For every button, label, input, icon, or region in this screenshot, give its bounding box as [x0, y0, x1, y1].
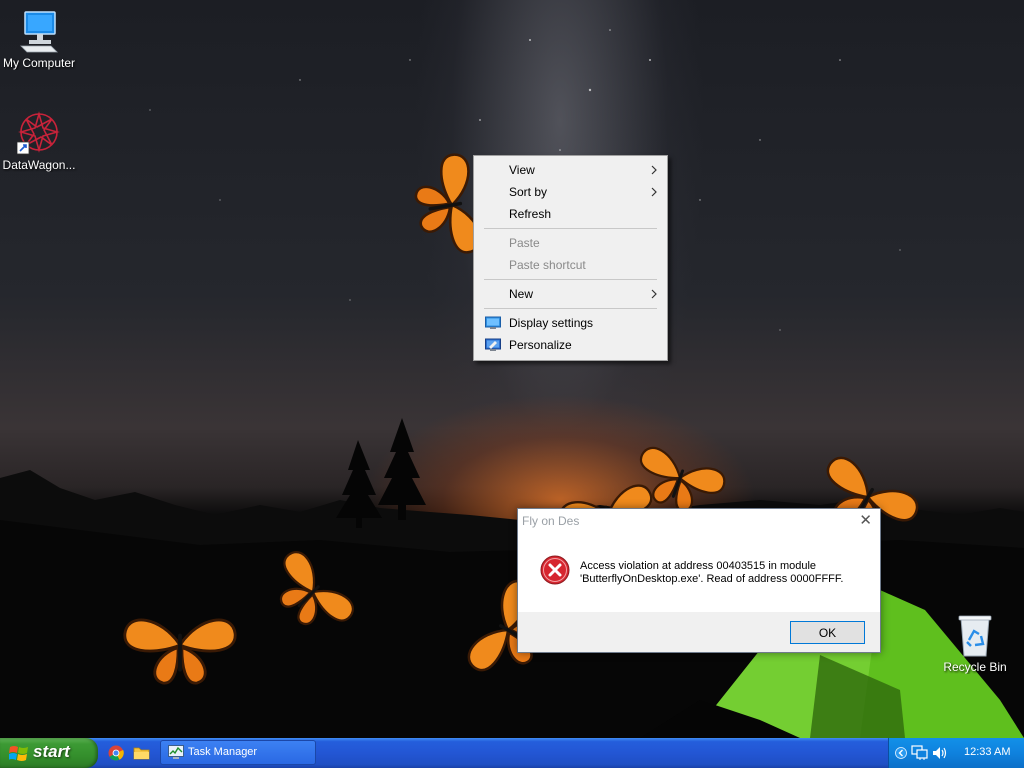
dialog-body: Access violation at address 00403515 in …	[518, 533, 880, 613]
menu-item-label: View	[509, 163, 535, 177]
display-icon	[485, 316, 501, 329]
menu-item-paste-shortcut: Paste shortcut	[476, 254, 665, 276]
personalize-icon	[485, 338, 501, 351]
menu-item-personalize[interactable]: Personalize	[476, 334, 665, 356]
datawagon-icon	[17, 111, 60, 155]
menu-item-label: Refresh	[509, 207, 552, 221]
menu-item-label: Sort by	[509, 185, 548, 199]
clock[interactable]: 12:33 AM	[964, 746, 1010, 758]
network-icon[interactable]	[911, 745, 929, 761]
butterfly	[123, 618, 237, 685]
desktop-icon-my-computer[interactable]: My Computer	[0, 10, 81, 70]
menu-item-view[interactable]: View	[476, 159, 665, 181]
chevron-right-icon	[651, 289, 657, 299]
butterfly	[408, 151, 484, 261]
desktop-icon-label: My Computer	[2, 56, 76, 70]
chevron-right-icon	[651, 187, 657, 197]
desktop-icon-recycle-bin[interactable]: Recycle Bin	[933, 614, 1017, 674]
taskbar: start Task Manager 12:33 AM	[0, 738, 1024, 768]
menu-separator	[484, 228, 657, 229]
recycle-bin-icon	[958, 615, 992, 657]
menu-item-refresh[interactable]: Refresh	[476, 203, 665, 225]
close-icon[interactable]: ✕	[859, 509, 872, 533]
menu-item-label: Paste shortcut	[509, 258, 586, 272]
error-dialog: Fly on Des ✕ Access violation at address…	[517, 508, 881, 653]
volume-icon[interactable]	[932, 745, 948, 761]
desktop[interactable]: My Computer DataWagon... Recycle Bin Vie…	[0, 0, 1024, 738]
taskbar-task-manager[interactable]: Task Manager	[160, 740, 316, 765]
dialog-message: Access violation at address 00403515 in …	[580, 560, 844, 585]
menu-separator	[484, 279, 657, 280]
desktop-icon-label: DataWagon...	[2, 158, 76, 172]
task-label: Task Manager	[188, 746, 258, 758]
menu-item-label: Display settings	[509, 316, 594, 330]
desktop-icon-label: Recycle Bin	[943, 660, 1007, 674]
task-manager-icon	[168, 745, 184, 759]
start-label: start	[33, 742, 70, 761]
menu-item-label: New	[509, 287, 534, 301]
menu-item-new[interactable]: New	[476, 283, 665, 305]
chrome-icon[interactable]	[108, 745, 124, 761]
menu-item-sort-by[interactable]: Sort by	[476, 181, 665, 203]
windows-logo-icon	[9, 746, 28, 761]
folder-icon[interactable]	[133, 745, 150, 761]
ok-button[interactable]: OK	[790, 621, 865, 644]
desktop-icon-datawagon[interactable]: DataWagon...	[0, 110, 81, 172]
menu-item-label: Personalize	[509, 338, 572, 352]
desktop-context-menu: View Sort by Refresh Paste Paste shortcu…	[473, 155, 668, 361]
error-icon	[540, 555, 570, 585]
menu-item-paste: Paste	[476, 232, 665, 254]
computer-icon	[20, 11, 58, 53]
dialog-footer: OK	[518, 612, 880, 652]
chevron-right-icon	[651, 165, 657, 175]
chevron-left-icon[interactable]	[895, 746, 907, 760]
menu-item-display-settings[interactable]: Display settings	[476, 312, 665, 334]
butterfly	[259, 546, 359, 646]
menu-item-label: Paste	[509, 236, 540, 250]
dialog-title: Fly on Des	[522, 514, 580, 528]
dialog-titlebar[interactable]: Fly on Des ✕	[518, 509, 880, 533]
system-tray: 12:33 AM	[888, 738, 1024, 768]
menu-separator	[484, 308, 657, 309]
start-button[interactable]: start	[0, 738, 98, 768]
